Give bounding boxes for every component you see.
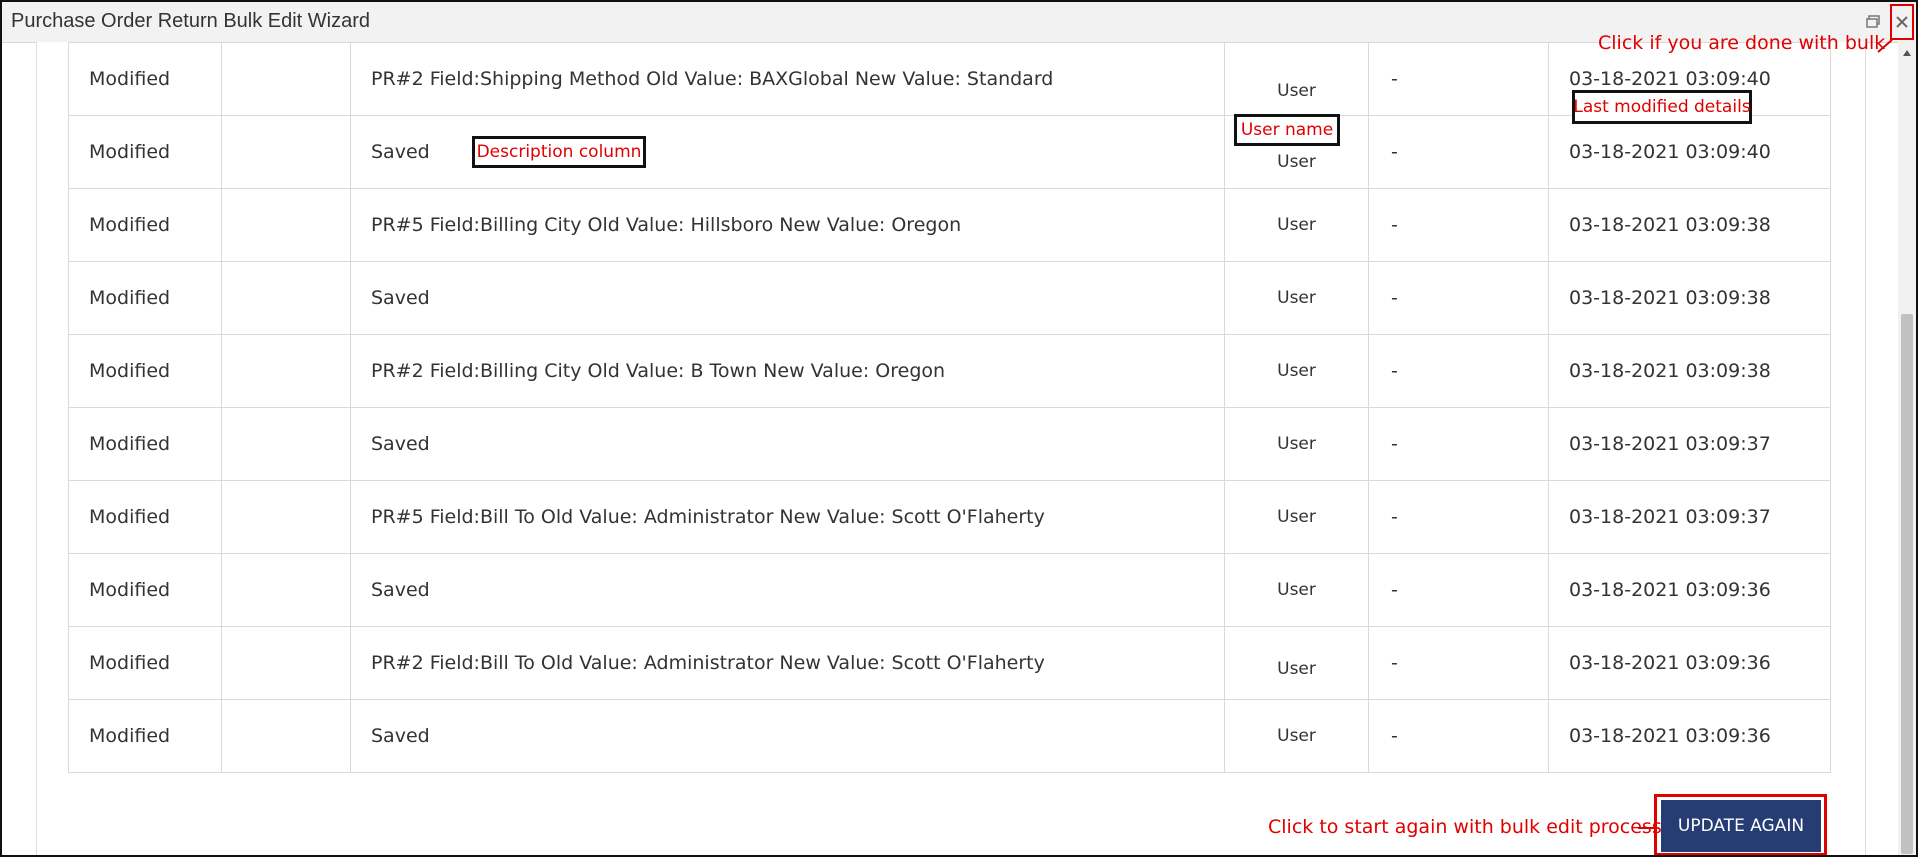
empty-cell: [221, 42, 351, 116]
date-cell: 03-18-2021 03:09:36: [1548, 699, 1831, 773]
extra-cell: -: [1368, 553, 1549, 627]
user-cell: User: [1224, 261, 1369, 335]
close-icon: [1896, 16, 1908, 28]
extra-cell: -: [1368, 334, 1549, 408]
user-cell: User: [1224, 334, 1369, 408]
action-cell: Modified: [68, 626, 222, 700]
user-cell: User: [1224, 42, 1369, 116]
description-cell: PR#2 Field:Billing City Old Value: B Tow…: [350, 334, 1225, 408]
date-cell: 03-18-2021 03:09:37: [1548, 407, 1831, 481]
table-row: Modified Saved User - 03-18-2021 03:09:3…: [68, 261, 1831, 335]
action-cell: Modified: [68, 261, 222, 335]
extra-cell: -: [1368, 115, 1549, 189]
user-cell: User: [1224, 553, 1369, 627]
action-cell: Modified: [68, 334, 222, 408]
table-row: Modified Saved User - 03-18-2021 03:09:3…: [68, 407, 1831, 481]
empty-cell: [221, 553, 351, 627]
extra-cell: -: [1368, 261, 1549, 335]
description-cell: Saved: [350, 261, 1225, 335]
description-cell: Saved: [350, 699, 1225, 773]
description-cell: PR#5 Field:Billing City Old Value: Hills…: [350, 188, 1225, 262]
description-cell: PR#2 Field:Shipping Method Old Value: BA…: [350, 42, 1225, 116]
empty-cell: [221, 334, 351, 408]
table-row: Modified Saved User - 03-18-2021 03:09:3…: [68, 553, 1831, 627]
extra-cell: -: [1368, 699, 1549, 773]
empty-cell: [221, 626, 351, 700]
extra-cell: -: [1368, 480, 1549, 554]
empty-cell: [221, 699, 351, 773]
user-cell: User: [1224, 407, 1369, 481]
table-row: Modified Saved User - 03-18-2021 03:09:4…: [68, 115, 1831, 189]
date-cell: 03-18-2021 03:09:37: [1548, 480, 1831, 554]
history-table: Modified PR#2 Field:Shipping Method Old …: [68, 42, 1831, 773]
user-cell: User: [1224, 480, 1369, 554]
empty-cell: [221, 480, 351, 554]
vertical-scrollbar[interactable]: [1898, 42, 1916, 855]
description-column-annotation: Description column: [472, 136, 646, 168]
table-row: Modified Saved User - 03-18-2021 03:09:3…: [68, 699, 1831, 773]
extra-cell: -: [1368, 407, 1549, 481]
last-modified-annotation: Last modified details: [1572, 90, 1752, 124]
wizard-window: Purchase Order Return Bulk Edit Wizard M…: [0, 0, 1918, 857]
date-cell: 03-18-2021 03:09:38: [1548, 261, 1831, 335]
action-cell: Modified: [68, 188, 222, 262]
table-row: Modified PR#5 Field:Bill To Old Value: A…: [68, 480, 1831, 554]
user-cell: User: [1224, 699, 1369, 773]
user-text: User: [1277, 81, 1316, 101]
empty-cell: [221, 407, 351, 481]
window-title: Purchase Order Return Bulk Edit Wizard: [11, 10, 371, 32]
update-again-button[interactable]: UPDATE AGAIN: [1661, 800, 1821, 852]
date-cell: 03-18-2021 03:09:38: [1548, 334, 1831, 408]
user-cell: User: [1224, 188, 1369, 262]
description-cell: Saved: [350, 553, 1225, 627]
table-row: Modified PR#2 Field:Billing City Old Val…: [68, 334, 1831, 408]
close-hint-annotation: Click if you are done with bulk: [1598, 32, 1886, 54]
action-cell: Modified: [68, 699, 222, 773]
action-cell: Modified: [68, 407, 222, 481]
close-hint-arrow-icon: [1877, 39, 1893, 53]
user-name-annotation: User name: [1234, 114, 1340, 146]
table-row: Modified PR#2 Field:Shipping Method Old …: [68, 42, 1831, 116]
table-row: Modified PR#5 Field:Billing City Old Val…: [68, 188, 1831, 262]
scroll-up-icon[interactable]: [1903, 50, 1911, 56]
action-cell: Modified: [68, 115, 222, 189]
date-cell: 03-18-2021 03:09:38: [1548, 188, 1831, 262]
description-cell: PR#2 Field:Bill To Old Value: Administra…: [350, 626, 1225, 700]
description-cell: Saved: [350, 407, 1225, 481]
date-cell: 03-18-2021 03:09:36: [1548, 626, 1831, 700]
empty-cell: [221, 261, 351, 335]
extra-cell: -: [1368, 188, 1549, 262]
date-cell: 03-18-2021 03:09:36: [1548, 553, 1831, 627]
user-cell: User: [1224, 626, 1369, 700]
description-cell: PR#5 Field:Bill To Old Value: Administra…: [350, 480, 1225, 554]
user-text: User: [1277, 659, 1316, 679]
extra-cell: -: [1368, 42, 1549, 116]
update-hint-annotation: Click to start again with bulk edit proc…: [1268, 816, 1662, 838]
user-text: User: [1277, 152, 1316, 172]
scroll-thumb[interactable]: [1901, 314, 1913, 854]
update-hint-arrow-icon: [1638, 827, 1654, 829]
table-row: Modified PR#2 Field:Bill To Old Value: A…: [68, 626, 1831, 700]
action-cell: Modified: [68, 553, 222, 627]
close-button[interactable]: [1890, 4, 1914, 40]
date-cell: 03-18-2021 03:09:40: [1548, 115, 1831, 189]
extra-cell: -: [1368, 626, 1549, 700]
action-cell: Modified: [68, 480, 222, 554]
empty-cell: [221, 188, 351, 262]
restore-window-icon[interactable]: [1865, 14, 1881, 30]
action-cell: Modified: [68, 42, 222, 116]
empty-cell: [221, 115, 351, 189]
